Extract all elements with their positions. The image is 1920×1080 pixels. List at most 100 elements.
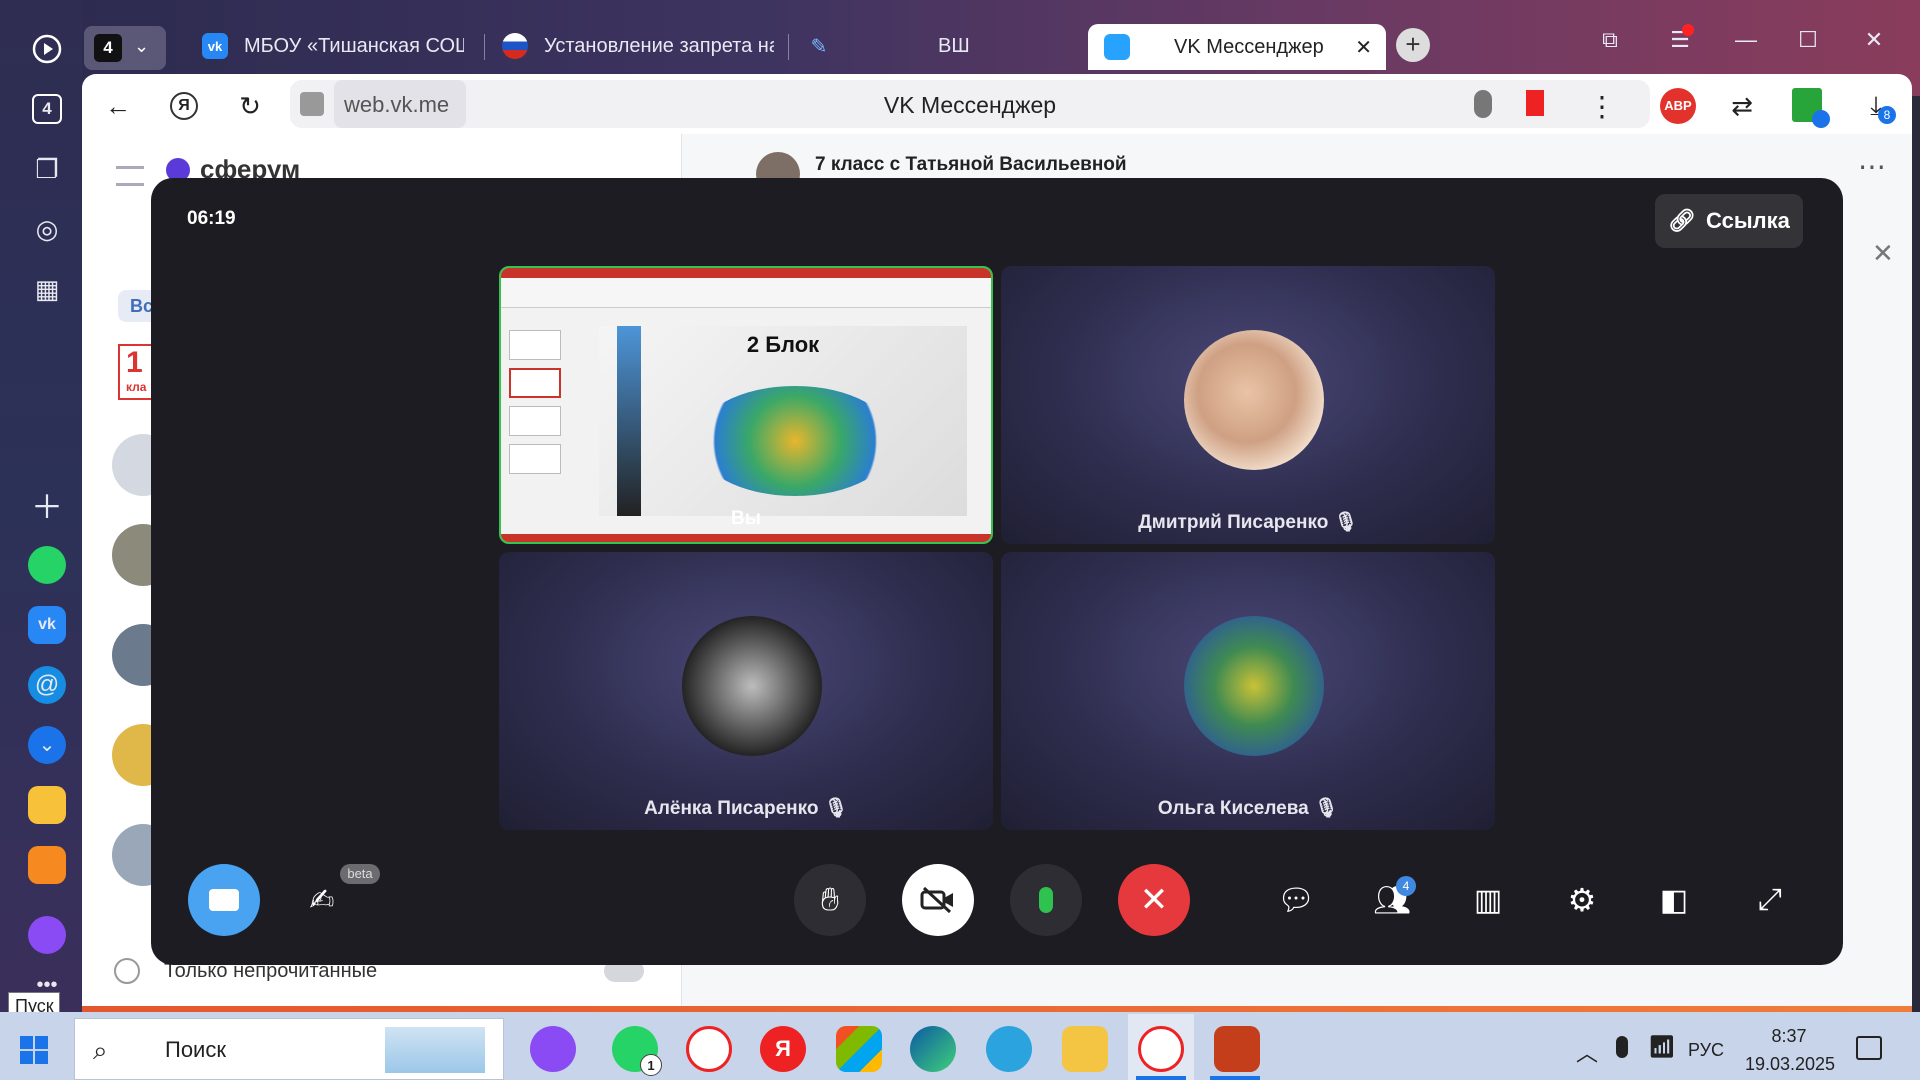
participant-name: Вы [731,508,761,529]
ppt-ribbon [501,278,991,308]
search-placeholder: Поиск [165,1037,226,1062]
close-icon[interactable]: ✕ [1872,238,1894,269]
yandex-icon[interactable]: Я [760,1026,806,1072]
participant-name: Ольга Киселева [1157,798,1309,819]
whiteboard-icon[interactable]: ✍︎ [298,876,346,924]
bookmarks-icon[interactable]: ⧉ [1590,20,1630,60]
whatsapp-icon[interactable] [28,546,66,584]
file-explorer-icon[interactable] [1062,1026,1108,1072]
language-indicator[interactable]: РУС [1688,1040,1724,1061]
clock-time[interactable]: 8:37 [1744,1026,1834,1047]
tab-vk-messenger[interactable]: VK Мессенджер ✕ [1088,24,1386,70]
microphone-tray-icon[interactable] [1616,1036,1628,1058]
fullscreen-icon[interactable]: ⤢ [1746,876,1794,924]
athletes-illustration [695,386,895,496]
slide-thumb [509,444,561,474]
gear-icon[interactable]: ⚙︎ [1558,876,1606,924]
close-window-icon[interactable]: ✕ [1854,20,1894,60]
windows-start-icon[interactable] [20,1036,48,1064]
tab-group-button[interactable]: 4 ⌄ [84,26,166,70]
apps-grid-icon[interactable]: ▦ [26,268,68,310]
tab-ban[interactable]: Установление запрета на [502,20,774,72]
tab-vsh[interactable]: ✎ ВШ [806,20,1006,72]
search-icon: ⌕ [93,1035,108,1065]
maximize-icon[interactable]: ☐ [1788,20,1828,60]
close-tab-icon[interactable]: ✕ [1355,35,1372,60]
video-call-overlay: 06:19 🔗︎ Ссылка 2 Блок Вы Дмитрий Писарен… [151,178,1843,965]
adblock-icon[interactable]: ABP [1660,88,1696,124]
yandex-browser-active-icon[interactable] [1138,1026,1184,1072]
active-indicator [1136,1076,1186,1080]
notifications-icon[interactable] [1856,1036,1882,1060]
alice-icon[interactable] [530,1026,576,1072]
browser-sidebar: 4 ❐ ◎ ▦ ＋ vk @ ⌄ ••• [0,0,82,1012]
edge-icon[interactable] [910,1026,956,1072]
participant-tile[interactable]: Ольга Киселева 🎙︎ [1001,552,1495,830]
mic-toggle-button[interactable] [1010,864,1082,936]
mic-muted-icon: 🎙︎ [1333,512,1358,533]
participant-tile[interactable]: Алёнка Писаренко 🎙︎ [499,552,993,830]
clock-date[interactable]: 19.03.2025 [1740,1054,1840,1075]
tab-school[interactable]: vk МБОУ «Тишанская СОШ» [202,20,464,72]
slide-thumb [509,406,561,436]
page-title: VK Мессенджер [883,92,1057,118]
link-button[interactable]: 🔗︎ Ссылка [1655,194,1803,248]
more-vertical-icon[interactable]: ⋮ [1582,86,1622,126]
participant-tile-self[interactable]: 2 Блок Вы [499,266,993,544]
chat-icon[interactable]: 💬︎ [1272,876,1320,924]
network-icon[interactable]: 📶︎ [1648,1034,1676,1060]
telegram-icon[interactable] [986,1026,1032,1072]
share-screen-button[interactable] [188,864,260,936]
chat-title[interactable]: 7 класс с Татьяной Васильевной [815,154,1127,176]
hand-icon: ✋︎ [820,881,840,917]
yandex-browser-icon[interactable] [686,1026,732,1072]
back-icon[interactable]: ← [98,86,138,126]
alice-icon[interactable] [28,916,66,954]
vk-icon[interactable]: vk [28,606,66,644]
avatar [1184,330,1324,470]
raise-hand-button[interactable]: ✋︎ [794,864,866,936]
notes-icon[interactable] [28,786,66,824]
flag-favicon-icon [502,33,528,59]
participant-name: Дмитрий Писаренко [1138,512,1329,533]
participants-icon[interactable]: 👥︎ 4 [1368,876,1416,924]
whatsapp-icon[interactable]: 1 [612,1026,662,1076]
screenshot-icon[interactable]: ◎ [26,208,68,250]
taskbar-search[interactable]: ⌕ Поиск [74,1018,504,1080]
minimize-icon[interactable]: — [1726,20,1766,60]
extension-icon[interactable] [1792,88,1830,128]
translate-icon[interactable]: ⇄ [1722,86,1762,126]
tab-count-badge: 4 [94,34,122,62]
yandex-icon[interactable]: Я [164,86,204,126]
tab-label: ВШ [938,34,970,57]
play-icon[interactable] [26,28,68,70]
tray-chevron-up-icon[interactable]: ︿ [1576,1036,1598,1068]
chevron-down-icon: ⌄ [134,36,150,56]
microphone-icon[interactable] [1474,90,1492,118]
chevron-down-icon[interactable]: ⌄ [28,726,66,764]
mail-icon[interactable] [28,846,66,884]
participant-name-row: Дмитрий Писаренко 🎙︎ [1001,510,1495,534]
layout-icon[interactable]: ▥ [1464,876,1512,924]
link-button-label: Ссылка [1706,208,1790,233]
collections-icon[interactable]: ❐ [26,148,68,190]
mail-at-icon[interactable]: @ [28,666,66,704]
add-icon[interactable]: ＋ [26,484,68,526]
downloads-icon[interactable]: ⤓ 8 [1856,86,1896,126]
participant-tile[interactable]: Дмитрий Писаренко 🎙︎ [1001,266,1495,544]
end-call-button[interactable]: ✕ [1118,864,1190,936]
new-tab-icon[interactable]: + [1396,28,1430,62]
ms-store-icon[interactable] [836,1026,882,1072]
menu-icon[interactable]: ☰ [1660,20,1700,60]
address-bar[interactable]: web.vk.me VK Мессенджер [290,80,1650,128]
tab-count-icon[interactable]: 4 [26,88,68,130]
pip-icon[interactable]: ◧ [1650,876,1698,924]
bookmark-icon[interactable] [1526,90,1544,116]
camera-toggle-button[interactable] [902,864,974,936]
menu-icon[interactable] [116,166,144,186]
more-icon[interactable]: ⋯ [1858,150,1886,183]
link-icon: 🔗︎ [1668,208,1697,233]
powerpoint-icon[interactable] [1214,1026,1260,1072]
feather-favicon-icon: ✎ [810,35,828,58]
reload-icon[interactable]: ↻ [230,86,270,126]
